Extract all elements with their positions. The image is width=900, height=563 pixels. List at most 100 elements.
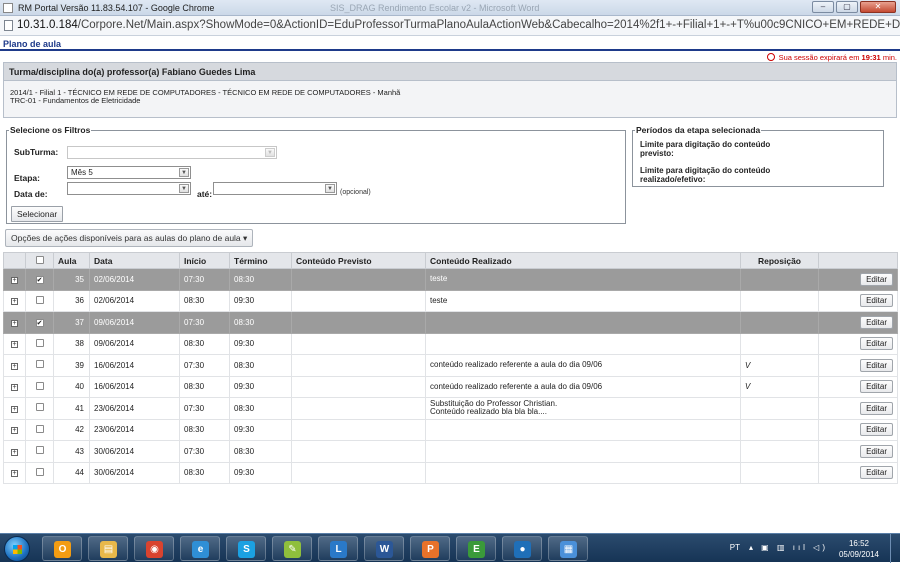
expand-plus-icon[interactable]: + (11, 341, 18, 349)
edit-button[interactable]: Editar (860, 401, 893, 415)
table-row[interactable]: +38 09/06/2014 08:30 09:30 Editar (3, 332, 898, 355)
row-expander[interactable]: + (3, 375, 26, 398)
row-select[interactable]: ✔ (25, 311, 54, 334)
select-button[interactable]: Selecionar (11, 206, 64, 222)
expand-plus-icon[interactable]: + (11, 362, 18, 370)
header-previsto[interactable]: Conteúdo Previsto (291, 252, 426, 269)
select-all-checkbox[interactable] (35, 255, 44, 264)
row-select[interactable] (25, 354, 54, 377)
row-checkbox[interactable] (35, 403, 44, 412)
taskbar-app-button[interactable]: ▤ (88, 536, 128, 561)
header-select-all[interactable] (25, 252, 54, 269)
taskbar-app-button[interactable]: P (410, 536, 450, 561)
show-desktop-button[interactable] (890, 534, 900, 563)
table-row[interactable]: +39 16/06/2014 07:30 08:30 conteúdo realizad… (3, 354, 898, 377)
row-select[interactable] (25, 332, 54, 355)
edit-button[interactable]: Editar (860, 358, 893, 372)
table-row[interactable]: +42 23/06/2014 08:30 09:30 Editar (3, 418, 898, 441)
taskbar-app-button[interactable]: E (456, 536, 496, 561)
row-checkbox[interactable] (35, 360, 44, 369)
row-checkbox[interactable] (35, 446, 44, 455)
edit-button[interactable]: Editar (860, 444, 893, 458)
expand-plus-icon[interactable]: + (11, 448, 18, 456)
table-row[interactable]: + ✔ 37 09/06/2014 07:30 08:30 Editar (3, 311, 898, 334)
taskbar-app-button[interactable]: e (180, 536, 220, 561)
expand-plus-icon[interactable]: + (11, 470, 18, 478)
etapa-select[interactable]: Mês 5 ▼ (67, 166, 191, 179)
close-button[interactable]: ✕ (860, 1, 896, 13)
edit-button[interactable]: Editar (860, 466, 893, 480)
language-indicator[interactable]: PT (730, 543, 740, 552)
row-expander[interactable]: + (3, 354, 26, 377)
edit-button[interactable]: Editar (860, 337, 893, 351)
taskbar-app-button[interactable]: ▦ (548, 536, 588, 561)
tray-icons[interactable]: ▴ ▣ ▥ ııl ◁) (749, 543, 828, 552)
taskbar-app-button[interactable]: L (318, 536, 358, 561)
row-select[interactable] (25, 418, 54, 441)
expand-plus-icon[interactable]: + (11, 405, 18, 413)
taskbar-app-button[interactable]: ✎ (272, 536, 312, 561)
row-checkbox[interactable] (35, 381, 44, 390)
taskbar-app-button[interactable]: ● (502, 536, 542, 561)
address-bar[interactable]: 10.31.0.184/Corpore.Net/Main.aspx?ShowMo… (0, 16, 900, 36)
taskbar-app-button[interactable]: W (364, 536, 404, 561)
session-unit: min. (882, 53, 897, 62)
minimize-button[interactable]: – (812, 1, 834, 13)
header-realizado[interactable]: Conteúdo Realizado (425, 252, 741, 269)
expand-plus-icon[interactable]: + (11, 427, 18, 435)
header-reposicao[interactable]: Reposição (740, 252, 819, 269)
url-text[interactable]: 10.31.0.184/Corpore.Net/Main.aspx?ShowMo… (17, 19, 900, 31)
row-select[interactable]: ✔ (25, 268, 54, 291)
edit-button[interactable]: Editar (860, 380, 893, 394)
row-checkbox[interactable]: ✔ (35, 275, 44, 284)
edit-button[interactable]: Editar (860, 294, 893, 308)
ate-select[interactable]: ▼ (213, 182, 337, 195)
header-termino[interactable]: Término (229, 252, 292, 269)
row-expander[interactable]: + (3, 461, 26, 484)
row-checkbox[interactable] (35, 295, 44, 304)
row-expander[interactable]: + (3, 332, 26, 355)
row-expander[interactable]: + (3, 289, 26, 312)
taskbar-app-button[interactable]: O (42, 536, 82, 561)
start-button[interactable] (4, 536, 30, 562)
expand-plus-icon[interactable]: + (11, 298, 18, 306)
maximize-button[interactable]: ▢ (836, 1, 858, 13)
previsto-limit-label: Limite para digitação do conteúdo previs… (640, 140, 771, 158)
table-row[interactable]: +44 30/06/2014 08:30 09:30 Editar (3, 461, 898, 484)
header-data[interactable]: Data (89, 252, 180, 269)
row-checkbox[interactable] (35, 424, 44, 433)
edit-button[interactable]: Editar (860, 272, 893, 286)
row-expander[interactable]: + (3, 268, 26, 291)
row-expander[interactable]: + (3, 418, 26, 441)
header-inicio[interactable]: Início (179, 252, 230, 269)
row-checkbox[interactable]: ✔ (35, 318, 44, 327)
clock-time[interactable]: 16:52 (834, 539, 884, 548)
edit-button[interactable]: Editar (860, 315, 893, 329)
header-aula[interactable]: Aula (53, 252, 90, 269)
row-select[interactable] (25, 397, 54, 420)
expand-plus-icon[interactable]: + (11, 384, 18, 392)
row-expander[interactable]: + (3, 397, 26, 420)
row-select[interactable] (25, 440, 54, 463)
row-expander[interactable]: + (3, 311, 26, 334)
data-de-select[interactable]: ▼ (67, 182, 191, 195)
taskbar-app-button[interactable]: ◉ (134, 536, 174, 561)
taskbar-app-button[interactable]: S (226, 536, 266, 561)
subturma-select[interactable]: ▼ (67, 146, 277, 159)
row-select[interactable] (25, 289, 54, 312)
row-select[interactable] (25, 375, 54, 398)
edit-button[interactable]: Editar (860, 423, 893, 437)
row-checkbox[interactable] (35, 467, 44, 476)
table-row[interactable]: +43 30/06/2014 07:30 08:30 Editar (3, 440, 898, 463)
table-row[interactable]: +36 02/06/2014 08:30 09:30 teste Editar (3, 289, 898, 312)
table-row[interactable]: +40 16/06/2014 08:30 09:30 conteúdo realizad… (3, 375, 898, 398)
table-row[interactable]: +41 23/06/2014 07:30 08:30 Substituição do P… (3, 397, 898, 420)
clock-date[interactable]: 05/09/2014 (834, 550, 884, 559)
row-select[interactable] (25, 461, 54, 484)
actions-dropdown-button[interactable]: Opções de ações disponíveis para as aula… (5, 229, 254, 247)
row-expander[interactable]: + (3, 440, 26, 463)
expand-plus-icon[interactable]: + (11, 276, 18, 284)
row-checkbox[interactable] (35, 338, 44, 347)
expand-plus-icon[interactable]: + (11, 319, 18, 327)
table-row[interactable]: + ✔ 35 02/06/2014 07:30 08:30 teste Editar (3, 268, 898, 291)
